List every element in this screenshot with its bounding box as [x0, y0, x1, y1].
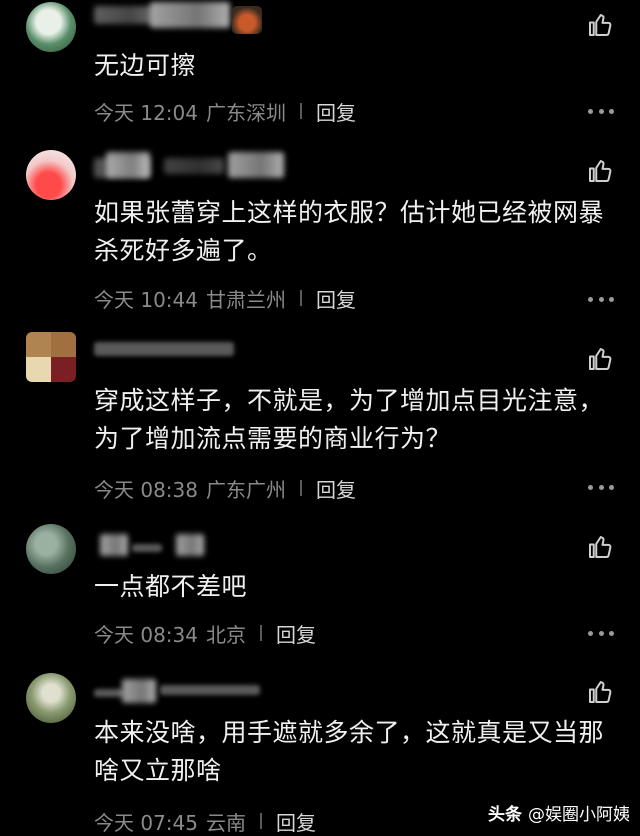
comment-meta: 今天 12:04 广东深圳 回复 — [94, 96, 356, 126]
comment-location: 甘肃兰州 — [206, 287, 286, 312]
reply-button[interactable]: 回复 — [276, 807, 316, 836]
username-blurred[interactable] — [164, 158, 224, 174]
more-dots-icon[interactable] — [588, 629, 614, 637]
username-blurred[interactable] — [176, 534, 204, 556]
username-blurred[interactable] — [228, 152, 284, 178]
avatar[interactable] — [26, 332, 76, 382]
username-blurred[interactable] — [94, 689, 124, 697]
reply-button[interactable]: 回复 — [316, 474, 356, 503]
divider — [260, 813, 262, 829]
divider — [300, 103, 302, 119]
avatar[interactable] — [26, 524, 76, 574]
username-blurred[interactable] — [100, 534, 128, 556]
comment-text: 穿成这样子，不就是，为了增加点目光注意，为了增加流点需要的商业行为？ — [94, 386, 605, 453]
reply-button[interactable]: 回复 — [276, 619, 316, 648]
comment-meta: 今天 07:45 云南 回复 — [94, 806, 316, 836]
divider — [260, 625, 262, 641]
username-blurred[interactable] — [94, 342, 234, 356]
username-blurred[interactable] — [160, 685, 260, 695]
username-blurred[interactable] — [132, 544, 162, 552]
avatar[interactable] — [26, 2, 76, 52]
comment-location: 云南 — [206, 810, 246, 835]
comment-meta: 今天 10:44 甘肃兰州 回复 — [94, 283, 356, 313]
username-blurred[interactable] — [94, 6, 154, 24]
avatar[interactable] — [26, 150, 76, 200]
comment-text: 无边可擦 — [94, 51, 197, 80]
comment-location: 广东深圳 — [206, 100, 286, 125]
username-blurred[interactable] — [122, 679, 156, 703]
watermark-brand: 头条 — [488, 805, 522, 825]
username-blurred[interactable] — [150, 2, 230, 28]
username-blurred[interactable] — [106, 152, 150, 178]
avatar[interactable] — [26, 673, 76, 723]
comment-item: 穿成这样子，不就是，为了增加点目光注意，为了增加流点需要的商业行为？ 今天 08… — [0, 330, 640, 520]
more-dots-icon[interactable] — [588, 295, 614, 303]
comment-item: 无边可擦 今天 12:04 广东深圳 回复 — [0, 0, 640, 140]
user-badge-icon — [232, 6, 262, 34]
reply-button[interactable]: 回复 — [316, 97, 356, 126]
comment-meta: 今天 08:38 广东广州 回复 — [94, 473, 356, 503]
watermark: 头条 @娱圈小阿姨 — [488, 800, 630, 825]
comment-item: 如果张蕾穿上这样的衣服？估计她已经被网暴杀死好多遍了。 今天 10:44 甘肃兰… — [0, 140, 640, 330]
comment-text: 一点都不差吧 — [94, 572, 248, 601]
comment-time: 今天 08:38 — [94, 477, 198, 502]
watermark-account: @娱圈小阿姨 — [528, 805, 630, 825]
comment-text: 如果张蕾穿上这样的衣服？估计她已经被网暴杀死好多遍了。 — [94, 198, 605, 265]
more-dots-icon[interactable] — [588, 483, 614, 491]
comment-meta: 今天 08:34 北京 回复 — [94, 618, 316, 648]
divider — [300, 480, 302, 496]
comment-item: 一点都不差吧 今天 08:34 北京 回复 — [0, 520, 640, 665]
comment-location: 广东广州 — [206, 477, 286, 502]
thumbs-up-icon[interactable] — [585, 10, 615, 40]
comment-time: 今天 08:34 — [94, 622, 198, 647]
thumbs-up-icon[interactable] — [585, 156, 615, 186]
comment-location: 北京 — [206, 622, 246, 647]
comment-time: 今天 10:44 — [94, 287, 198, 312]
comment-time: 今天 07:45 — [94, 810, 198, 835]
divider — [300, 290, 302, 306]
reply-button[interactable]: 回复 — [316, 284, 356, 313]
more-dots-icon[interactable] — [588, 107, 614, 115]
comment-time: 今天 12:04 — [94, 100, 198, 125]
thumbs-up-icon[interactable] — [585, 344, 615, 374]
thumbs-up-icon[interactable] — [585, 677, 615, 707]
thumbs-up-icon[interactable] — [585, 532, 615, 562]
comment-text: 本来没啥，用手遮就多余了，这就真是又当那啥又立那啥 — [94, 718, 605, 785]
